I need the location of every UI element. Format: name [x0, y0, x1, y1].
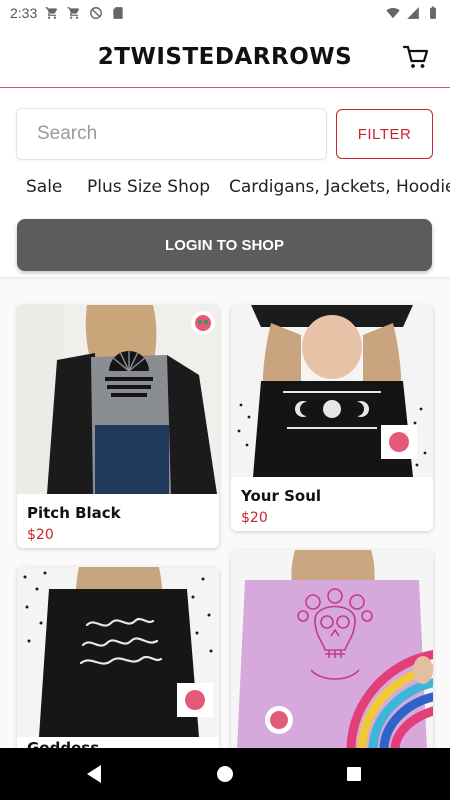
category-cardigans-jackets-hoodies[interactable]: Cardigans, Jackets, Hoodies	[229, 177, 450, 197]
product-image	[231, 550, 433, 748]
product-card-your-soul[interactable]: Your Soul $20	[231, 305, 433, 531]
back-triangle-icon[interactable]	[82, 761, 108, 787]
search-input[interactable]	[16, 108, 327, 160]
product-card-skull-tee[interactable]	[231, 550, 433, 748]
cart-icon	[67, 7, 80, 19]
recents-square-icon[interactable]	[341, 761, 367, 787]
product-grid: Pitch Black $20 Your Soul $20 Goddess	[0, 280, 450, 748]
product-name: Pitch Black	[27, 504, 121, 522]
app-header: 2TWISTEDARROWS	[0, 26, 450, 88]
cart-icon	[402, 45, 429, 68]
wifi-icon	[386, 7, 400, 19]
category-plus-size-shop[interactable]: Plus Size Shop	[87, 177, 210, 197]
product-price: $20	[27, 527, 54, 543]
status-bar: 2:33	[0, 0, 450, 26]
battery-icon	[430, 6, 436, 19]
product-card-goddess[interactable]: Goddess	[17, 567, 219, 748]
product-image	[17, 567, 219, 737]
category-sale[interactable]: Sale	[26, 177, 62, 197]
login-to-shop-button[interactable]: LOGIN TO SHOP	[17, 219, 432, 271]
home-circle-icon[interactable]	[212, 761, 238, 787]
signal-icon	[407, 7, 419, 19]
product-name: Your Soul	[241, 487, 322, 505]
cart-button[interactable]	[402, 43, 430, 71]
product-price: $20	[241, 510, 268, 526]
system-nav-bar	[0, 748, 450, 800]
status-time: 2:33	[10, 5, 38, 21]
sd-card-icon	[113, 7, 123, 19]
product-image	[17, 305, 219, 494]
product-card-pitch-black[interactable]: Pitch Black $20	[17, 305, 219, 548]
cart-icon	[45, 7, 58, 19]
category-scroller: Sale Plus Size Shop Cardigans, Jackets, …	[0, 174, 450, 204]
filter-button[interactable]: FILTER	[336, 109, 433, 159]
do-not-disturb-icon	[90, 7, 103, 19]
product-image	[231, 305, 433, 477]
product-name: Goddess	[27, 739, 100, 748]
search-row: FILTER	[16, 108, 434, 160]
store-title: 2TWISTEDARROWS	[97, 43, 353, 70]
